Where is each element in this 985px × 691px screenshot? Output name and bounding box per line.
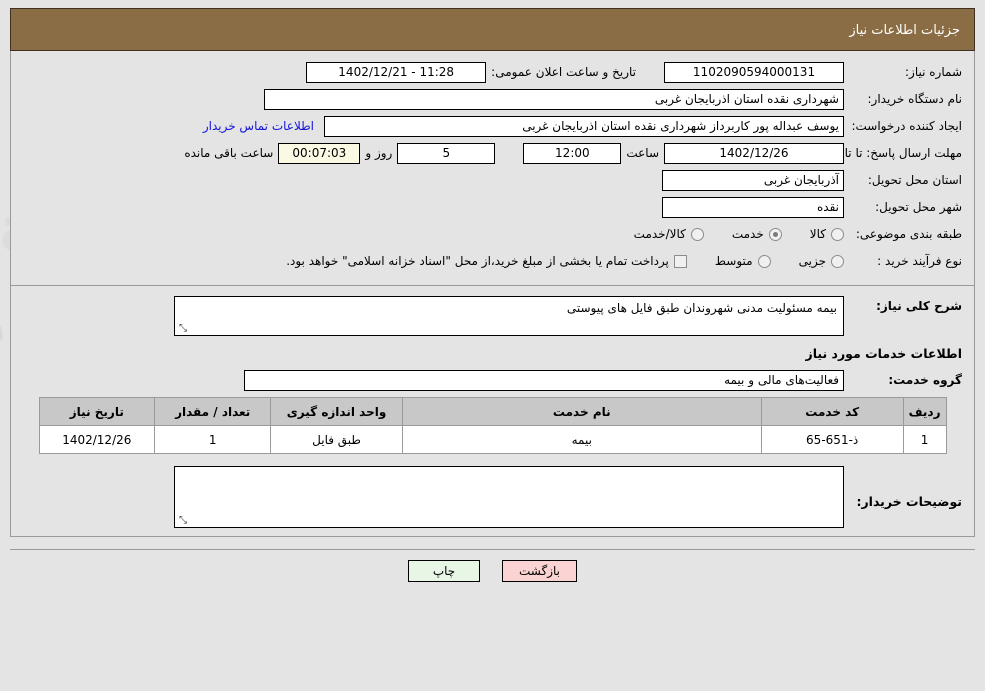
- col-code: کد خدمت: [760, 397, 904, 426]
- cell-name: بیمه: [401, 425, 762, 454]
- notes-resize-grip-icon[interactable]: [177, 516, 187, 526]
- service-group-label: گروه خدمت:: [888, 373, 962, 387]
- row-purchase-process: نوع فرآیند خرید : جزیی متوسط پرداخت تمام…: [23, 250, 962, 272]
- need-details-panel: شرح کلی نیاز: بیمه مسئولیت مدنی شهروندان…: [10, 286, 975, 537]
- radio-goods-service-label: کالا/خدمت: [633, 227, 686, 241]
- row-general-description: شرح کلی نیاز: بیمه مسئولیت مدنی شهروندان…: [23, 296, 962, 336]
- radio-medium-icon[interactable]: [757, 254, 771, 268]
- general-description-textarea[interactable]: بیمه مسئولیت مدنی شهروندان طبق فایل های …: [174, 296, 844, 336]
- delivery-city-label: شهر محل تحویل:: [875, 200, 962, 214]
- radio-medium-label: متوسط: [714, 254, 753, 268]
- radio-goods-label: کالا: [809, 227, 826, 241]
- purchase-process-label: نوع فرآیند خرید :: [877, 254, 962, 268]
- row-response-deadline: مهلت ارسال پاسخ: تا تاریخ: 1402/12/26 سا…: [23, 142, 962, 164]
- deadline-time-field[interactable]: 12:00: [523, 142, 622, 164]
- delivery-city-field[interactable]: نقده: [662, 196, 844, 218]
- deadline-date-field[interactable]: 1402/12/26: [664, 142, 844, 164]
- cell-qty: 1: [154, 425, 272, 454]
- buyer-contact-link[interactable]: اطلاعات تماس خریدار: [203, 119, 324, 133]
- remaining-days-field[interactable]: 5: [397, 142, 496, 164]
- radio-goods-icon[interactable]: [831, 227, 844, 241]
- radio-process-medium[interactable]: متوسط: [715, 254, 771, 268]
- need-number-label: شماره نیاز:: [905, 65, 962, 79]
- announce-datetime-field[interactable]: 11:28 - 1402/12/21: [306, 61, 487, 83]
- general-description-value: بیمه مسئولیت مدنی شهروندان طبق فایل های …: [566, 301, 837, 315]
- days-word-label: روز و: [365, 146, 393, 160]
- need-number-field[interactable]: 1102090594000131: [664, 61, 844, 83]
- col-date: تاریخ نیاز: [38, 397, 156, 426]
- page-title: جزئیات اطلاعات نیاز: [10, 8, 975, 51]
- treasury-bond-note: پرداخت تمام یا بخشی از مبلغ خرید،از محل …: [286, 254, 669, 268]
- radio-category-goods-service[interactable]: کالا/خدمت: [634, 227, 704, 241]
- need-info-panel: شماره نیاز: 1102090594000131 تاریخ و ساع…: [10, 51, 975, 286]
- treasury-bond-checkbox[interactable]: [673, 254, 687, 268]
- remaining-hours-label: ساعت باقی مانده: [184, 146, 274, 160]
- cell-radif: 1: [902, 425, 947, 454]
- request-creator-label: ایجاد کننده درخواست:: [851, 119, 962, 133]
- radio-goods-service-icon[interactable]: [690, 227, 704, 241]
- row-subject-category: طبقه بندی موضوعی: کالا خدمت کالا/خدمت: [23, 223, 962, 245]
- buyer-notes-textarea[interactable]: [174, 466, 844, 528]
- radio-category-goods[interactable]: کالا: [810, 227, 844, 241]
- hour-word-label: ساعت: [626, 146, 659, 160]
- col-unit: واحد اندازه گیری: [270, 397, 403, 426]
- response-deadline-label: مهلت ارسال پاسخ: تا تاریخ:: [823, 146, 962, 160]
- row-need-number: شماره نیاز: 1102090594000131 تاریخ و ساع…: [23, 61, 962, 83]
- col-radif: ردیف: [902, 397, 947, 426]
- col-qty: تعداد / مقدار: [154, 397, 272, 426]
- cell-date: 1402/12/26: [38, 425, 156, 454]
- buyer-notes-label: توضیحات خریدار:: [856, 494, 962, 509]
- table-header-row: ردیف کد خدمت نام خدمت واحد اندازه گیری ت…: [38, 397, 947, 426]
- row-request-creator: ایجاد کننده درخواست: یوسف عبداله پور کار…: [23, 115, 962, 137]
- col-name: نام خدمت: [401, 397, 762, 426]
- back-button[interactable]: بازگشت: [502, 560, 577, 582]
- row-delivery-province: استان محل تحویل: آذربایجان غربی: [23, 169, 962, 191]
- cell-code: ذ-651-65: [760, 425, 904, 454]
- radio-minor-label: جزیی: [798, 254, 826, 268]
- radio-service-icon[interactable]: [768, 227, 782, 241]
- footer-actions: بازگشت چاپ: [10, 549, 975, 582]
- general-description-label: شرح کلی نیاز:: [876, 299, 962, 313]
- row-buyer-org: نام دستگاه خریدار: شهرداری نقده استان اذ…: [23, 88, 962, 110]
- row-buyer-notes: توضیحات خریدار:: [23, 466, 962, 528]
- services-table: ردیف کد خدمت نام خدمت واحد اندازه گیری ت…: [38, 397, 947, 454]
- service-group-field[interactable]: فعالیت‌های مالی و بیمه: [244, 369, 844, 391]
- subject-category-label: طبقه بندی موضوعی:: [855, 227, 962, 241]
- print-button[interactable]: چاپ: [408, 560, 480, 582]
- services-section-title: اطلاعات خدمات مورد نیاز: [805, 346, 963, 361]
- radio-service-label: خدمت: [731, 227, 764, 241]
- delivery-province-label: استان محل تحویل:: [867, 173, 962, 187]
- countdown-field: 00:07:03: [278, 142, 361, 164]
- delivery-province-field[interactable]: آذربایجان غربی: [662, 169, 844, 191]
- cell-unit: طبق فایل: [270, 425, 403, 454]
- announce-datetime-label: تاریخ و ساعت اعلان عمومی:: [491, 65, 636, 79]
- row-delivery-city: شهر محل تحویل: نقده: [23, 196, 962, 218]
- radio-category-service[interactable]: خدمت: [732, 227, 782, 241]
- buyer-org-label: نام دستگاه خریدار:: [867, 92, 963, 106]
- resize-grip-icon[interactable]: [177, 324, 187, 334]
- row-service-group: گروه خدمت: فعالیت‌های مالی و بیمه: [23, 369, 962, 391]
- radio-minor-icon[interactable]: [831, 254, 844, 268]
- request-creator-field[interactable]: یوسف عبداله پور کاربرداز شهرداری نقده اس…: [324, 115, 844, 137]
- radio-process-minor[interactable]: جزیی: [799, 254, 844, 268]
- table-row: 1 ذ-651-65 بیمه طبق فایل 1 1402/12/26: [38, 425, 947, 454]
- buyer-org-field[interactable]: شهرداری نقده استان اذربایجان غربی: [264, 88, 844, 110]
- page-root: جزئیات اطلاعات نیاز شماره نیاز: 11020905…: [0, 0, 985, 582]
